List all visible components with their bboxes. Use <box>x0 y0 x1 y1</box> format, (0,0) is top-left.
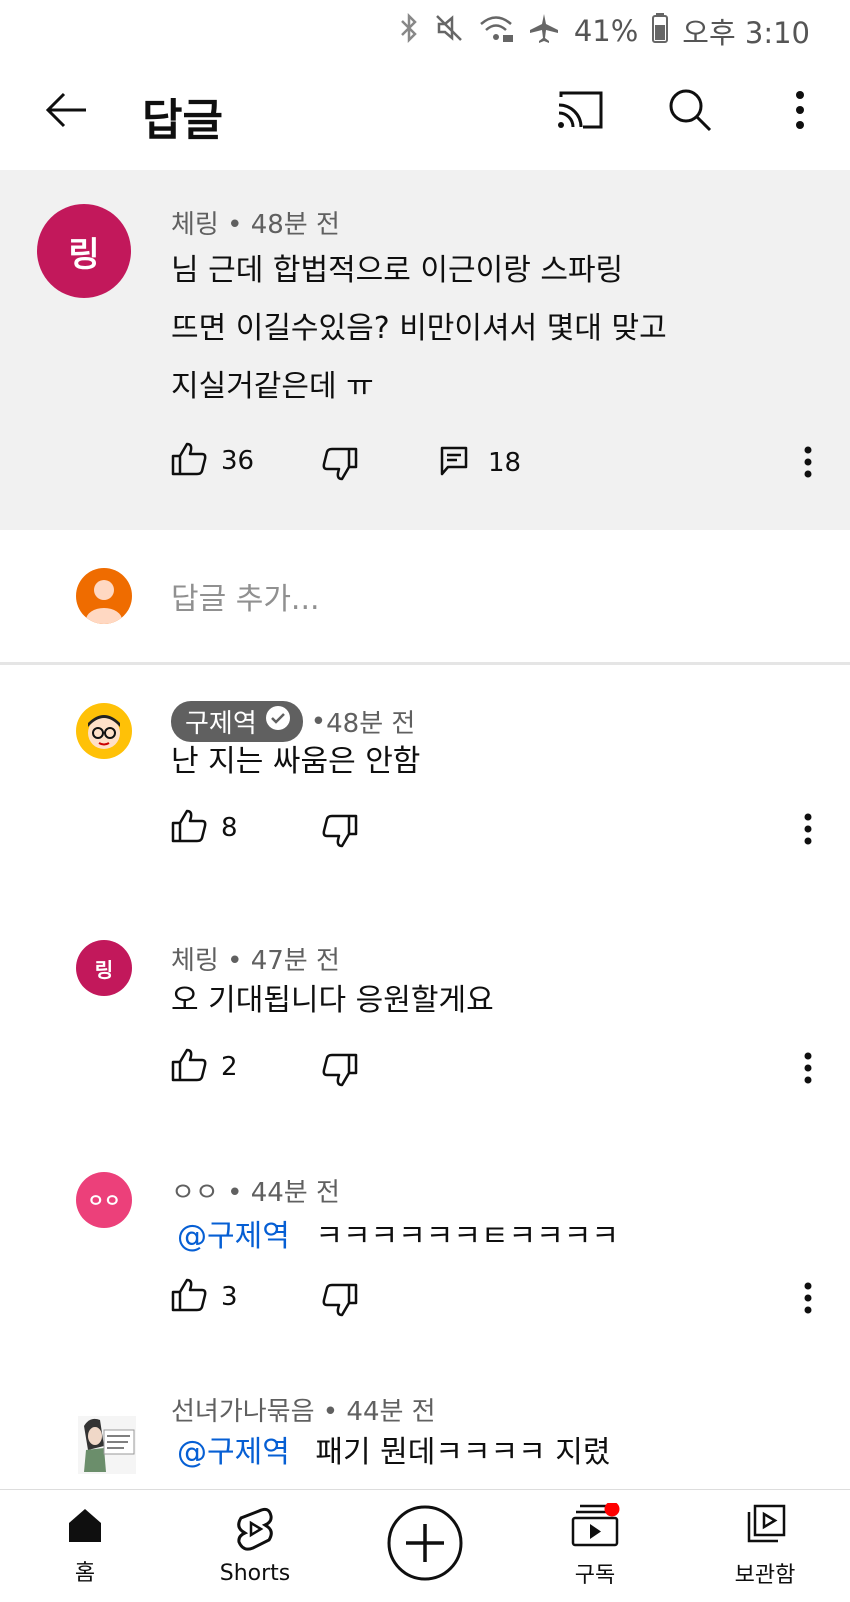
comment-text: @구제역 패기 뭔데ㅋㅋㅋㅋ 지렸 <box>177 1424 610 1482</box>
home-icon <box>65 1505 105 1551</box>
wifi-icon <box>478 13 514 50</box>
mute-icon <box>434 13 464 50</box>
like-count: 2 <box>221 1052 238 1082</box>
comment-text: @구제역 ㅋㅋㅋㅋㅋㅋㅌㅋㅋㅋㅋ <box>177 1208 619 1266</box>
dislike-button[interactable] <box>322 814 358 852</box>
comment-meta: ㅇㅇ • 44분 전 <box>171 1178 340 1208</box>
nav-library[interactable]: 보관함 <box>680 1490 850 1602</box>
search-icon <box>667 87 713 137</box>
nav-home[interactable]: 홈 <box>0 1490 170 1602</box>
more-vert-icon <box>804 1282 812 1318</box>
thumbs-up-icon <box>171 809 207 847</box>
thumbs-up-icon <box>171 442 207 480</box>
shorts-icon <box>235 1507 275 1557</box>
comment-line: 님 근데 합법적으로 이근이랑 스파링 <box>171 253 624 288</box>
bluetooth-icon <box>398 12 420 51</box>
thumbs-down-icon <box>322 447 358 485</box>
bottom-nav: 홈 Shorts 구독 보관함 <box>0 1489 850 1602</box>
avatar[interactable]: 링 <box>76 940 132 996</box>
comment-time: 48분 전 <box>250 210 340 240</box>
comment-icon <box>440 446 468 480</box>
subscriptions-icon <box>570 1501 620 1553</box>
thumbs-down-icon <box>322 1283 358 1321</box>
reply-item: 구제역 • 48분 전 난 지는 싸움은 안함 8 <box>0 665 850 895</box>
comment-more-button[interactable] <box>788 1280 828 1320</box>
author-name[interactable]: 선녀가나묶음 <box>171 1397 315 1427</box>
comment-body: 패기 뭔데ㅋㅋㅋㅋ 지렸 <box>315 1435 611 1470</box>
comment-line: 지실거같은데 ㅠ <box>171 369 374 404</box>
dislike-button[interactable] <box>322 1283 358 1321</box>
mention-link[interactable]: @구제역 <box>177 1435 290 1470</box>
comment-more-button[interactable] <box>788 811 828 851</box>
like-button[interactable]: 36 <box>171 442 254 480</box>
more-vert-icon <box>804 813 812 849</box>
arrow-back-icon <box>44 90 88 134</box>
nav-label: 구독 <box>574 1563 616 1588</box>
nav-create[interactable] <box>340 1490 510 1602</box>
thumbs-down-icon <box>322 814 358 852</box>
comment-more-button[interactable] <box>788 444 828 484</box>
back-button[interactable] <box>36 82 96 142</box>
reply-input[interactable]: 답글 추가... <box>171 574 320 618</box>
nav-shorts[interactable]: Shorts <box>170 1490 340 1602</box>
like-count: 3 <box>221 1282 238 1312</box>
like-count: 36 <box>221 446 255 476</box>
clock: 오후 3:10 <box>682 16 810 50</box>
search-button[interactable] <box>660 82 720 142</box>
comment-text: 오 기대됩니다 응원할게요 <box>171 983 494 1018</box>
author-name[interactable]: ㅇㅇ <box>171 1178 219 1208</box>
like-button[interactable]: 8 <box>171 809 238 847</box>
comment-meta: 선녀가나묶음 • 44분 전 <box>171 1397 436 1427</box>
comment-time: 44분 전 <box>250 1178 340 1208</box>
avatar[interactable] <box>78 1416 136 1474</box>
comment-meta: 체링 • 48분 전 <box>171 210 340 240</box>
mention-link[interactable]: @구제역 <box>177 1219 290 1254</box>
nav-label: 홈 <box>74 1561 96 1586</box>
cast-icon <box>555 89 605 135</box>
library-icon <box>743 1503 787 1553</box>
cast-button[interactable] <box>550 82 610 142</box>
comment-text: 님 근데 합법적으로 이근이랑 스파링 뜨면 이길수있음? 비만이셔서 몇대 맞… <box>171 242 667 416</box>
author-name[interactable]: 체링 <box>171 210 219 240</box>
more-vert-icon <box>804 1052 812 1088</box>
nav-label: 보관함 <box>734 1563 796 1588</box>
battery-percent: 41% <box>573 14 639 48</box>
nav-subscriptions[interactable]: 구독 <box>510 1490 680 1602</box>
like-button[interactable]: 2 <box>171 1048 238 1086</box>
main-comment: 링 체링 • 48분 전 님 근데 합법적으로 이근이랑 스파링 뜨면 이길수있… <box>0 170 850 530</box>
page-title: 답글 <box>142 95 223 146</box>
app-bar: 답글 <box>0 60 850 170</box>
more-vert-icon <box>795 90 805 134</box>
dislike-button[interactable] <box>322 447 358 485</box>
more-options-button[interactable] <box>770 82 830 142</box>
battery-icon <box>652 12 669 50</box>
add-reply-row[interactable]: 답글 추가... <box>0 530 850 665</box>
like-button[interactable]: 3 <box>171 1278 238 1316</box>
like-count: 8 <box>221 813 238 843</box>
comment-time: 44분 전 <box>346 1397 436 1427</box>
reply-count: 18 <box>488 448 522 478</box>
comment-text: 난 지는 싸움은 안함 <box>171 744 421 779</box>
create-icon <box>386 1504 464 1588</box>
reply-item: 선녀가나묶음 • 44분 전 @구제역 패기 뭔데ㅋㅋㅋㅋ 지렸 <box>0 1390 850 1489</box>
reply-count-button[interactable]: 18 <box>440 446 521 480</box>
status-bar: 41% 오후 3:10 <box>0 0 850 60</box>
reply-item: ㅇㅇ ㅇㅇ • 44분 전 @구제역 ㅋㅋㅋㅋㅋㅋㅌㅋㅋㅋㅋ 3 <box>0 1144 850 1384</box>
thumbs-down-icon <box>322 1053 358 1091</box>
comment-more-button[interactable] <box>788 1050 828 1090</box>
nav-label: Shorts <box>219 1560 291 1586</box>
airplane-icon <box>528 12 560 51</box>
more-vert-icon <box>804 446 812 482</box>
thumbs-up-icon <box>171 1048 207 1086</box>
reply-item: 링 체링 • 47분 전 오 기대됩니다 응원할게요 2 <box>0 910 850 1130</box>
avatar[interactable]: ㅇㅇ <box>76 1172 132 1228</box>
comment-line: 뜨면 이길수있음? 비만이셔서 몇대 맞고 <box>171 311 667 346</box>
avatar[interactable]: 링 <box>37 204 131 298</box>
comment-body: ㅋㅋㅋㅋㅋㅋㅌㅋㅋㅋㅋ <box>315 1219 619 1254</box>
thumbs-up-icon <box>171 1278 207 1316</box>
user-avatar <box>76 568 132 624</box>
dislike-button[interactable] <box>322 1053 358 1091</box>
avatar[interactable] <box>76 703 132 759</box>
